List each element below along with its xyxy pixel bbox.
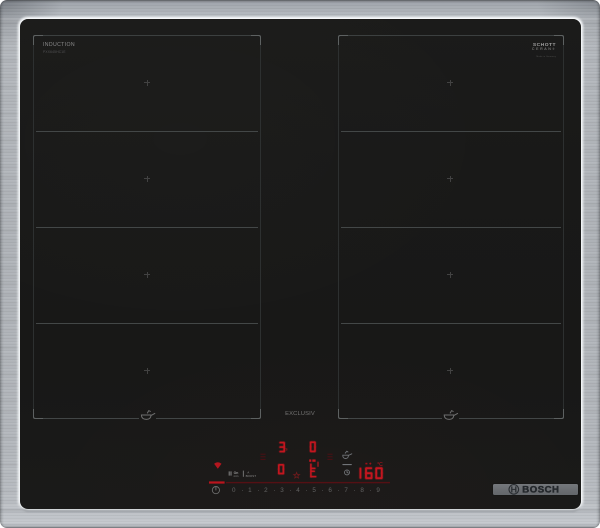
svg-text:min: min [234,474,239,478]
svg-text:BOOST: BOOST [246,474,257,478]
svg-text:s: s [285,447,288,452]
